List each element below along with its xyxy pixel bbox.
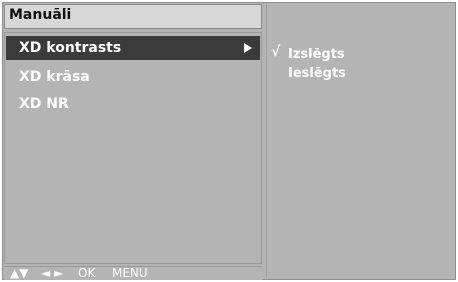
tv-osd-screen: Manuāli XD kontrasts XD krāsa XD NR √ Iz…: [0, 0, 458, 282]
menu-list: XD kontrasts XD krāsa XD NR: [4, 32, 262, 264]
checkmark-icon: √: [271, 44, 281, 60]
menu-item-xd-krasa[interactable]: XD krāsa: [6, 65, 260, 89]
ok-hint: OK: [78, 266, 96, 280]
submenu-panel: √ Izslēgts Ieslēgts: [266, 4, 454, 278]
menu-item-xd-nr[interactable]: XD NR: [6, 92, 260, 116]
menu-item-label: XD krāsa: [19, 69, 90, 85]
left-right-arrows-icon: ◄ ►: [41, 266, 64, 280]
menu-title: Manuāli: [9, 7, 72, 23]
option-izslegts[interactable]: Izslēgts: [288, 47, 345, 62]
menu-item-label: XD NR: [19, 96, 69, 112]
up-down-arrows-icon: ▲▼: [10, 266, 29, 280]
nav-hint-bar: ▲▼ ◄ ► OK MENU: [4, 266, 262, 280]
menu-title-bar: Manuāli: [4, 4, 262, 29]
menu-hint: MENU: [112, 266, 148, 280]
menu-item-label: XD kontrasts: [19, 40, 122, 56]
arrow-right-icon: [244, 43, 252, 53]
option-ieslegts[interactable]: Ieslēgts: [288, 66, 346, 81]
menu-item-xd-kontrasts[interactable]: XD kontrasts: [6, 36, 260, 60]
